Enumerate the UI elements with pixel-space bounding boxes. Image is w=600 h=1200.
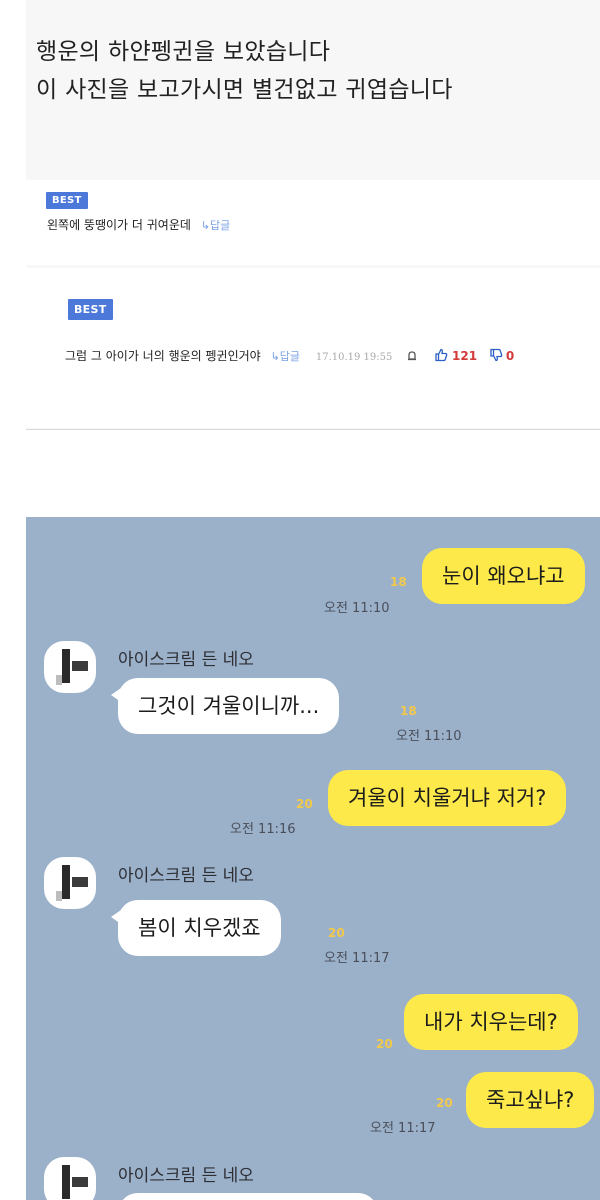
unread-count: 20 [328,926,345,940]
best-badge: BEST [68,299,113,320]
reply-label: 답글 [279,350,301,363]
sender-name: 아이스크림 든 네오 [118,650,254,670]
unread-count: 20 [376,1037,393,1051]
message-time: 오전 11:16 [230,822,296,837]
profile-avatar-icon [44,857,96,909]
unread-count: 18 [390,575,407,589]
my-message-bubble: 눈이 왜오냐고 [422,548,585,604]
thumbs-up-icon[interactable] [434,348,448,365]
their-message-bubble-cutoff [118,1193,378,1200]
sender-name: 아이스크림 든 네오 [118,1166,254,1186]
my-message-bubble: 내가 치우는데? [404,994,578,1050]
comment-date: 17.10.19 19:55 [315,352,393,363]
unread-count: 20 [296,797,313,811]
my-message-bubble: 죽고싶냐? [466,1072,595,1128]
message-time: 오전 11:17 [370,1121,436,1136]
best-comment: BEST 왼쪽에 뚱땡이가 더 귀여운데 ↳답글 [26,180,600,265]
reply-button[interactable]: ↳답글 [271,350,300,363]
chat-screenshot: 눈이 왜오냐고 18 오전 11:10 아이스크림 든 네오 그것이 겨울이니까… [26,517,600,1200]
post-text-line-1: 행운의 하얀펭귄을 보았습니다 [36,39,331,65]
thumbs-down-icon[interactable] [489,348,503,365]
comment-text: 그럼 그 아이가 너의 행운의 펭귄인거야 ↳답글 17.10.19 19:55… [65,347,514,365]
comment-body: 그럼 그 아이가 너의 행운의 펭귄인거야 [65,349,261,363]
best-reply-comment: BEST 그럼 그 아이가 너의 행운의 펭귄인거야 ↳답글 17.10.19 … [26,268,600,428]
comment-body: 왼쪽에 뚱땡이가 더 귀여운데 [47,218,191,232]
best-badge: BEST [46,192,88,209]
their-message-bubble: 봄이 치우겠죠 [111,900,281,956]
downvote-count: 0 [505,349,515,363]
post-text-line-2: 이 사진을 보고가시면 별건없고 귀엽습니다 [36,77,453,103]
message-time: 오전 11:10 [396,729,462,744]
profile-avatar-icon [44,1157,96,1200]
reply-arrow-icon: ↳ [200,219,210,232]
upvote-count: 121 [452,349,478,363]
reply-button[interactable]: ↳답글 [201,219,230,232]
unread-count: 18 [400,704,417,718]
sender-name: 아이스크림 든 네오 [118,866,254,886]
message-time: 오전 11:10 [324,601,390,616]
comment-text: 왼쪽에 뚱땡이가 더 귀여운데 ↳답글 [47,216,230,233]
profile-avatar-icon [44,641,96,693]
reply-label: 답글 [209,219,231,232]
unread-count: 20 [436,1096,453,1110]
message-time: 오전 11:17 [324,951,390,966]
reply-arrow-icon: ↳ [270,350,280,363]
report-bell-icon[interactable] [406,350,418,365]
their-message-bubble: 그것이 겨울이니까... [110,678,340,734]
my-message-bubble: 겨울이 치울거냐 저거? [328,770,567,826]
